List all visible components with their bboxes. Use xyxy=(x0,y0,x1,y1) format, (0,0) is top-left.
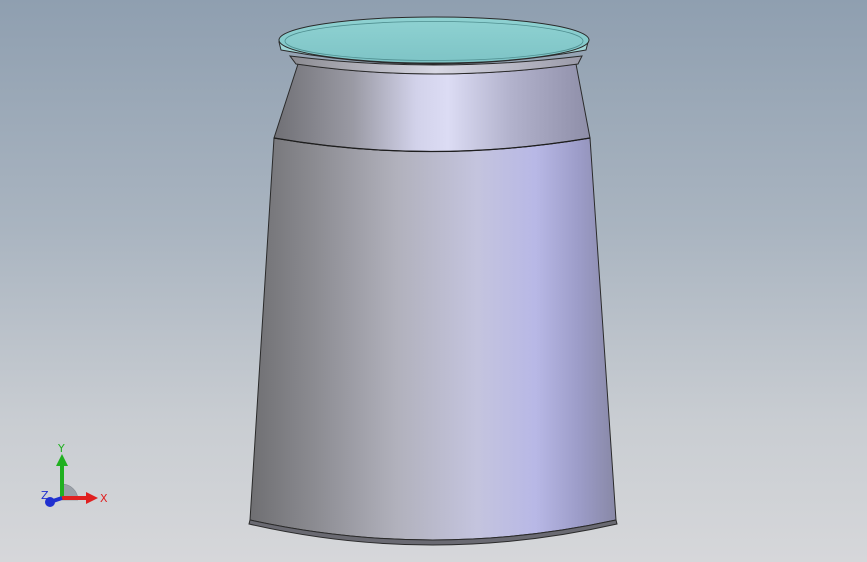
triad-y-arrow-icon xyxy=(56,454,68,466)
graphics-viewport[interactable]: Y X Z xyxy=(0,0,867,562)
can-body xyxy=(249,137,617,541)
triad-x-arrow-icon xyxy=(86,492,98,504)
can-neck xyxy=(273,63,591,152)
triad-z-label: Z xyxy=(41,489,49,502)
lid-face xyxy=(278,16,590,64)
triad-x-label: X xyxy=(100,492,108,505)
3d-model-can[interactable] xyxy=(0,0,867,562)
triad-y-label: Y xyxy=(57,442,65,455)
coordinate-triad[interactable]: Y X Z xyxy=(36,440,116,512)
